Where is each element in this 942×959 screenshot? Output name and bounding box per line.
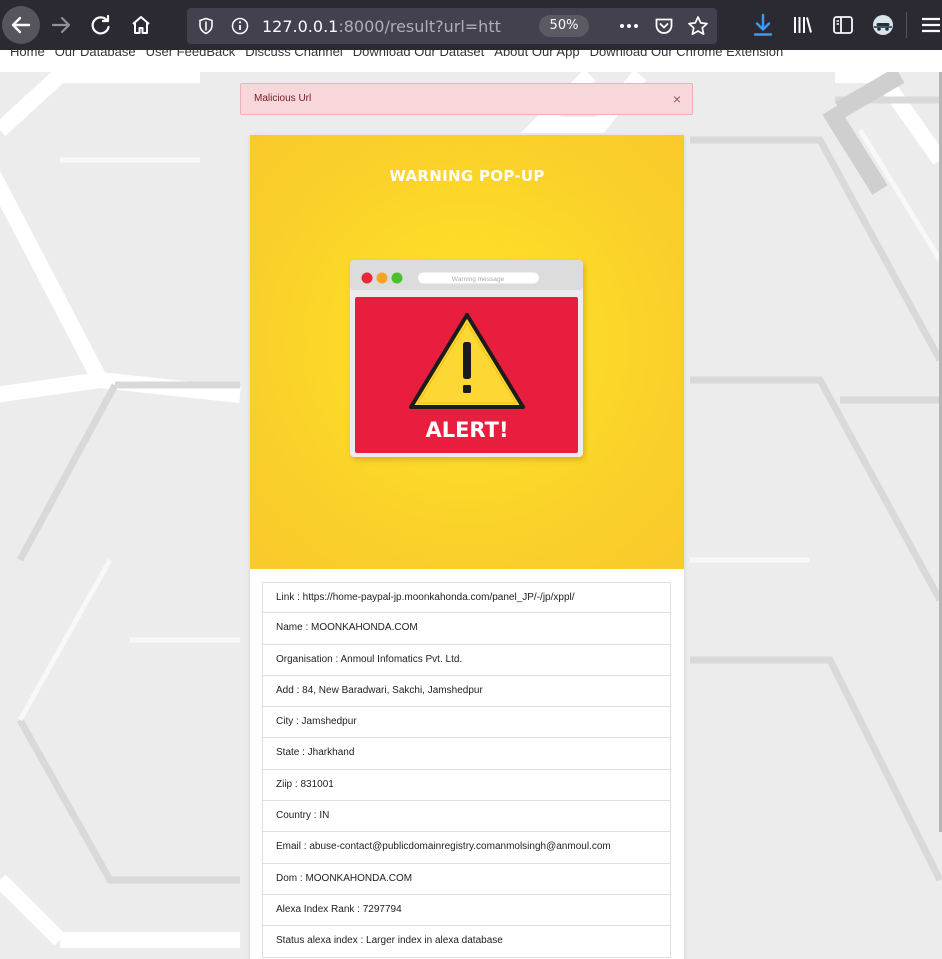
pocket-icon[interactable] (654, 16, 674, 36)
site-info-icon[interactable] (231, 17, 249, 35)
domain-info-list: Link : https://home-paypal-jp.moonkahond… (262, 582, 671, 958)
illustration-alert-text: ALERT! (425, 418, 508, 442)
account-avatar-icon (873, 15, 893, 35)
home-icon (132, 16, 150, 34)
back-button[interactable] (2, 6, 40, 44)
alert-window-illustration: Warning message ALERT! (350, 260, 583, 457)
reload-icon (91, 14, 110, 35)
tracking-shield-icon[interactable] (197, 17, 215, 35)
info-row-zip: Ziip : 831001 (262, 769, 671, 802)
info-row-alexa-rank: Alexa Index Rank : 7297794 (262, 894, 671, 927)
alert-message: Malicious Url (254, 93, 312, 104)
illustration-window-title: Warning message (452, 276, 505, 283)
library-button[interactable] (786, 8, 820, 42)
url-path: :8000/result?url=https (338, 17, 502, 36)
info-row-email: Email : abuse-contact@publicdomainregist… (262, 832, 671, 864)
info-row-address: Add : 84, New Baradwari, Sakchi, Jamshed… (262, 675, 671, 708)
info-row-name: Name : MOONKAHONDA.COM (262, 613, 671, 645)
warning-card-header: WARNING POP-UP Warning message ALERT! (250, 135, 684, 569)
card-title: WARNING POP-UP (389, 167, 545, 185)
sidebar-icon (833, 16, 853, 34)
back-arrow-icon (11, 16, 31, 34)
warning-card: WARNING POP-UP Warning message ALERT! Li… (250, 135, 684, 959)
info-row-country: Country : IN (262, 801, 671, 833)
page-viewport: Home Our Database User FeedBack Discuss … (0, 50, 942, 959)
menu-button[interactable] (918, 8, 942, 42)
sidebar-button[interactable] (826, 8, 860, 42)
nav-link-user-feedback[interactable]: User FeedBack (146, 50, 236, 59)
toolbar-divider (906, 12, 907, 38)
nav-link-our-database[interactable]: Our Database (55, 50, 136, 59)
alert-close-button[interactable]: × (673, 90, 681, 108)
info-row-link: Link : https://home-paypal-jp.moonkahond… (262, 582, 671, 614)
info-row-alexa-status: Status alexa index : Larger index in ale… (262, 926, 671, 958)
forward-arrow-icon (51, 16, 71, 34)
bookmark-star-icon[interactable] (687, 15, 709, 37)
hamburger-menu-icon (922, 17, 940, 33)
url-bar[interactable]: 127.0.0.1:8000/result?url=https 50% (187, 8, 717, 44)
nav-link-about-app[interactable]: About Our App (494, 50, 579, 59)
zoom-level-badge[interactable]: 50% (539, 15, 589, 37)
url-text[interactable]: 127.0.0.1:8000/result?url=https (262, 17, 502, 36)
nav-link-download-dataset[interactable]: Download Our Dataset (353, 50, 485, 59)
download-arrow-icon (753, 13, 773, 36)
url-host: 127.0.0.1 (262, 17, 339, 36)
nav-link-discuss-channel[interactable]: Discuss Channel (245, 50, 343, 59)
malicious-url-alert: Malicious Url × (240, 83, 693, 115)
site-navbar: Home Our Database User FeedBack Discuss … (0, 50, 942, 72)
browser-toolbar: 127.0.0.1:8000/result?url=https 50% (0, 0, 942, 50)
info-row-organisation: Organisation : Anmoul Infomatics Pvt. Lt… (262, 644, 671, 676)
downloads-button[interactable] (746, 8, 780, 42)
nav-link-home[interactable]: Home (10, 50, 45, 59)
account-button[interactable] (866, 8, 900, 42)
library-icon (794, 17, 812, 33)
forward-button[interactable] (44, 8, 78, 42)
info-row-city: City : Jamshedpur (262, 707, 671, 739)
info-row-domain: Dom : MOONKAHONDA.COM (262, 863, 671, 895)
info-row-state: State : Jharkhand (262, 738, 671, 770)
nav-links: Home Our Database User FeedBack Discuss … (10, 50, 783, 59)
reload-button[interactable] (84, 8, 118, 42)
page-actions-icon[interactable] (619, 23, 639, 29)
nav-link-chrome-extension[interactable]: Download Our Chrome Extension (590, 50, 784, 59)
home-button[interactable] (124, 8, 158, 42)
